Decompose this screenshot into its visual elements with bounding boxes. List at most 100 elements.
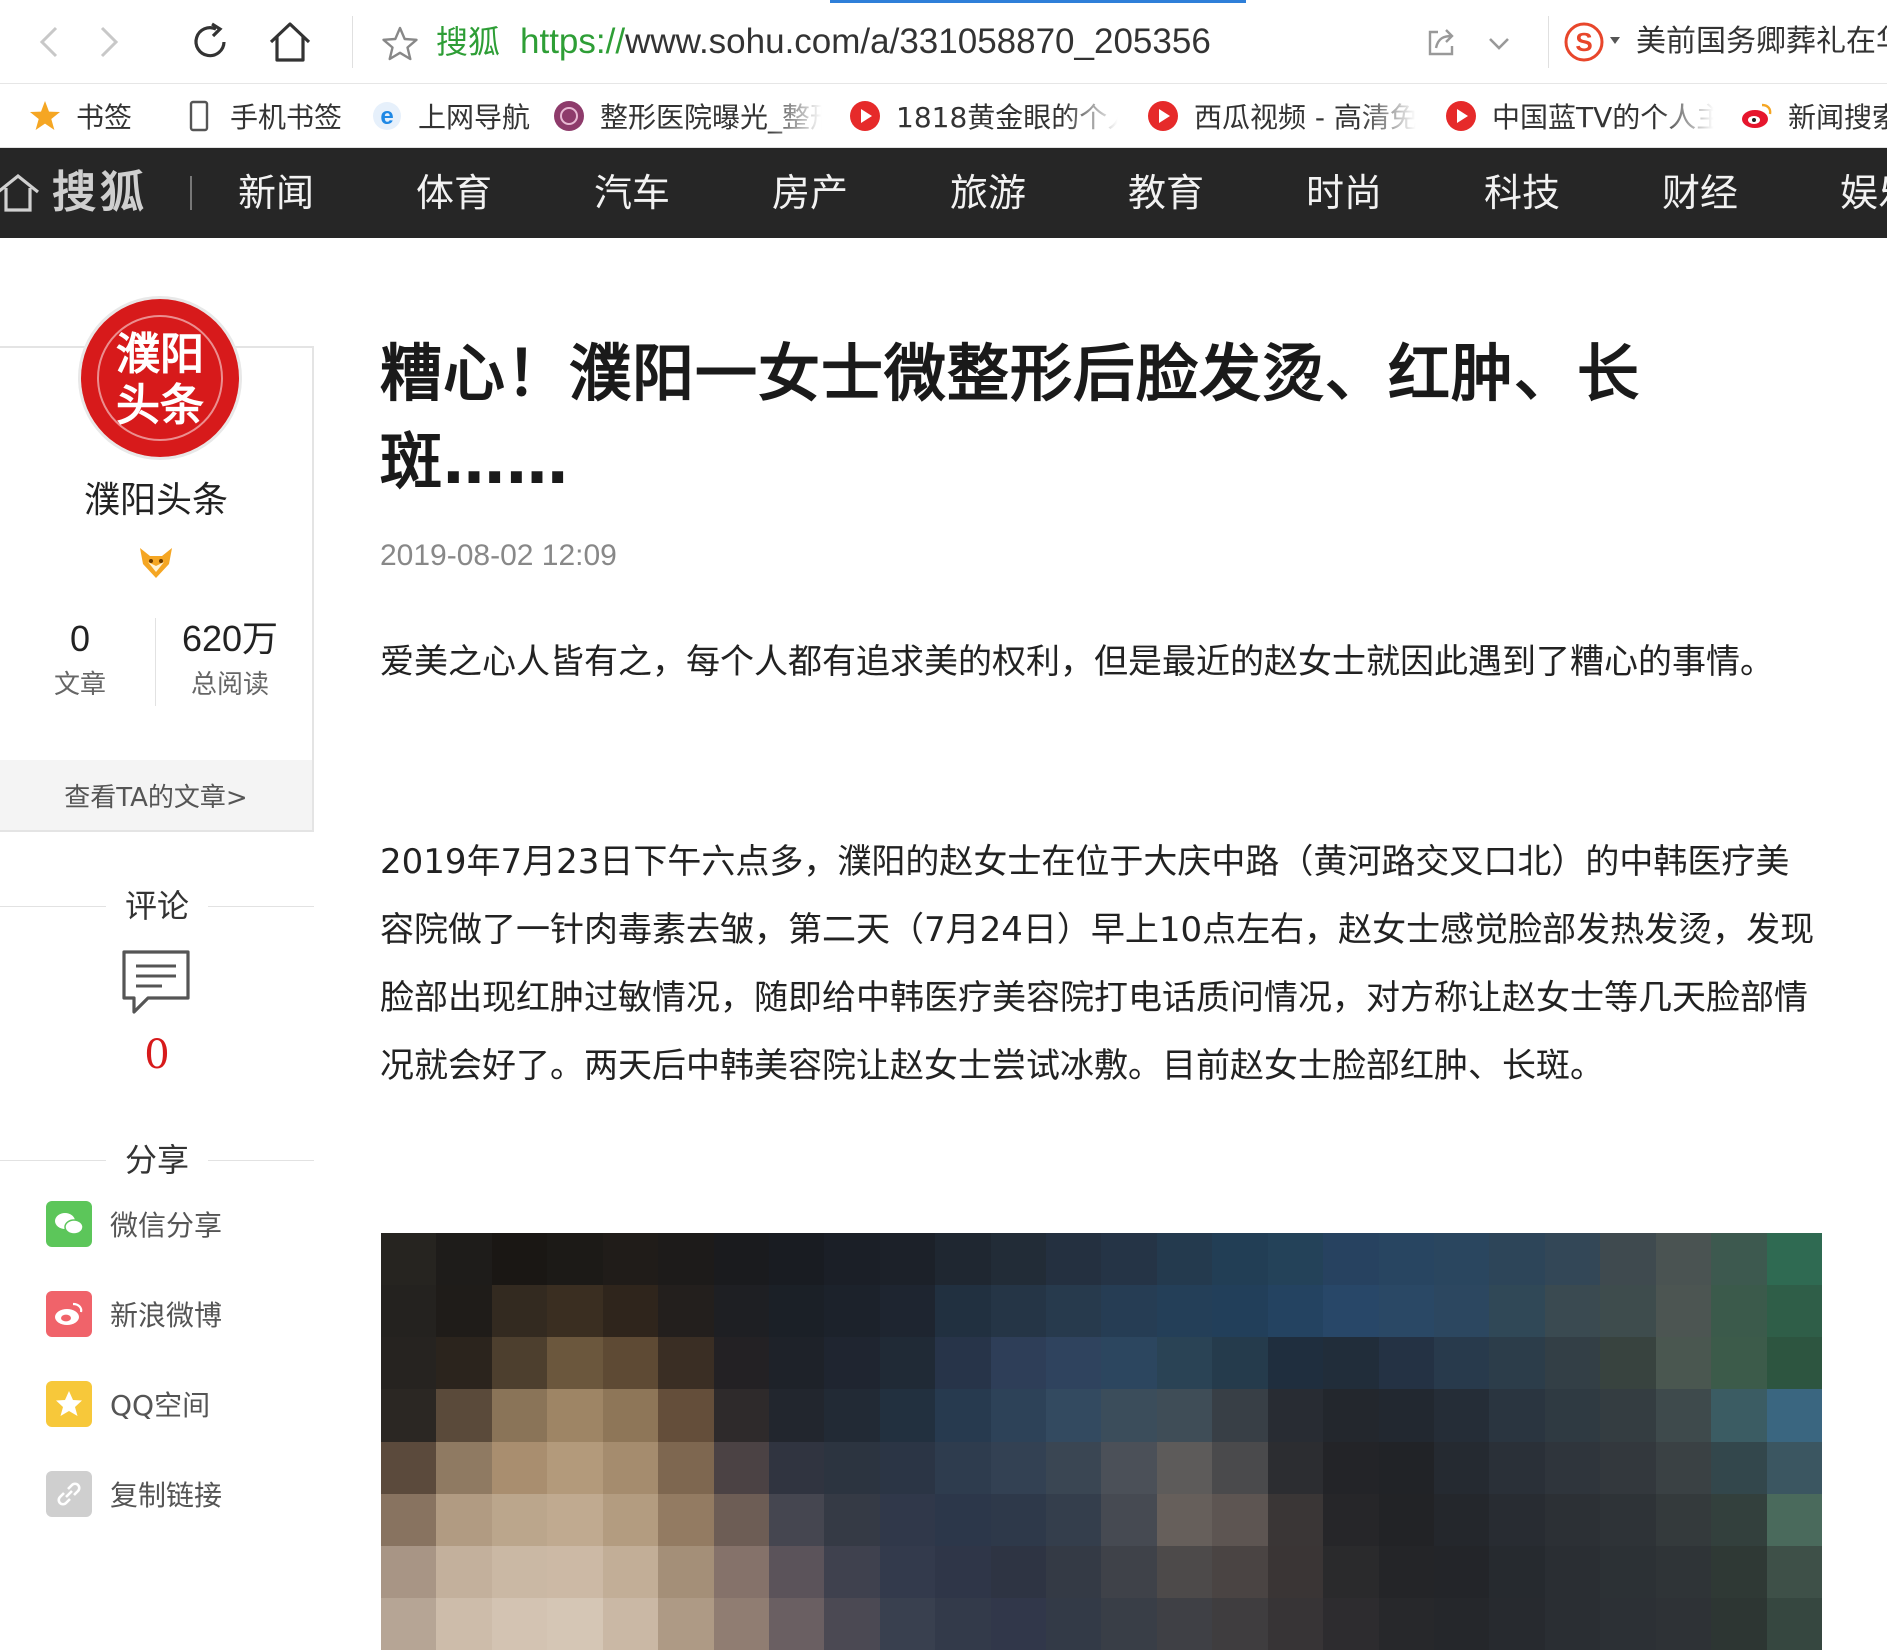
photo-mosaic-tile: [935, 1493, 991, 1546]
bookmark-item-clinic[interactable]: 整形医院曝光_整形: [552, 84, 822, 147]
photo-mosaic-tile: [602, 1493, 659, 1546]
nav-item-entertainment[interactable]: 娱乐: [1840, 164, 1887, 222]
nav-item-finance[interactable]: 财经: [1662, 164, 1738, 222]
video-play-icon: [848, 99, 882, 133]
home-icon[interactable]: [0, 172, 40, 214]
photo-mosaic-tile: [381, 1233, 437, 1286]
address-bar[interactable]: https://www.sohu.com/a/331058870_205356: [520, 20, 1211, 64]
photo-mosaic-tile: [1046, 1493, 1102, 1546]
photo-mosaic-tile: [824, 1597, 880, 1650]
nav-item-sports[interactable]: 体育: [416, 164, 492, 222]
bookmarks-bar: 书签 手机书签 e 上网导航 整形医院曝光_整形 1818黄金眼的个人 西瓜视频…: [0, 84, 1887, 148]
photo-mosaic-tile: [1323, 1493, 1379, 1546]
photo-mosaic-tile: [1489, 1493, 1545, 1546]
caret-down-icon[interactable]: [1608, 34, 1622, 46]
svg-text:S: S: [1575, 27, 1592, 57]
photo-mosaic-tile: [1046, 1389, 1102, 1442]
share-wechat-button[interactable]: 微信分享: [46, 1200, 222, 1248]
site-security-tag[interactable]: 搜狐: [436, 20, 500, 64]
photo-mosaic-tile: [1600, 1441, 1656, 1494]
nav-item-auto[interactable]: 汽车: [594, 164, 670, 222]
photo-mosaic-tile: [1544, 1545, 1601, 1598]
bookmark-item-news-search[interactable]: 新闻搜索: [1740, 84, 1887, 147]
photo-mosaic-tile: [879, 1389, 936, 1442]
photo-mosaic-tile: [602, 1233, 659, 1286]
photo-mosaic-tile: [1156, 1545, 1213, 1598]
forward-button[interactable]: [80, 14, 136, 70]
bookmark-item-navigation[interactable]: e 上网导航: [370, 84, 530, 147]
photo-mosaic-tile: [381, 1389, 437, 1442]
photo-mosaic-tile: [713, 1285, 769, 1338]
bookmark-item-1818[interactable]: 1818黄金眼的个人: [848, 84, 1118, 147]
bookmark-item-mobile[interactable]: 手机书签: [182, 84, 343, 147]
share-weibo-button[interactable]: 新浪微博: [46, 1290, 222, 1338]
photo-mosaic-tile: [1434, 1597, 1490, 1650]
photo-mosaic-tile: [1544, 1493, 1601, 1546]
photo-mosaic-tile: [768, 1545, 825, 1598]
photo-mosaic-tile: [1600, 1545, 1656, 1598]
photo-mosaic-tile: [824, 1285, 880, 1338]
nav-item-education[interactable]: 教育: [1128, 164, 1204, 222]
share-qzone-button[interactable]: QQ空间: [46, 1380, 210, 1428]
photo-mosaic-tile: [768, 1493, 825, 1546]
comment-icon[interactable]: [120, 948, 192, 1018]
comments-section-header: 评论: [0, 886, 314, 926]
back-button[interactable]: [22, 14, 78, 70]
photo-mosaic-tile: [713, 1233, 769, 1286]
photo-mosaic-tile: [381, 1441, 437, 1494]
photo-mosaic-tile: [1766, 1545, 1822, 1598]
photo-mosaic-tile: [602, 1597, 659, 1650]
photo-mosaic-tile: [768, 1597, 825, 1650]
forward-arrow-icon: [100, 26, 119, 58]
bookmark-label: 手机书签: [230, 101, 343, 134]
photo-mosaic-tile: [1489, 1597, 1545, 1650]
photo-mosaic-tile: [824, 1233, 880, 1286]
view-author-articles-link[interactable]: 查看TA的文章>: [0, 760, 312, 830]
nav-item-tech[interactable]: 科技: [1484, 164, 1560, 222]
star-icon: [28, 99, 62, 133]
bookmark-label: 西瓜视频 - 高清免: [1194, 101, 1416, 134]
chevron-down-icon[interactable]: [1484, 30, 1514, 58]
photo-mosaic-tile: [1101, 1337, 1157, 1390]
photo-mosaic-tile: [1544, 1285, 1601, 1338]
bookmark-star-icon[interactable]: [380, 24, 420, 64]
sohu-logo[interactable]: 搜狐: [52, 164, 148, 222]
share-page-icon[interactable]: [1424, 26, 1458, 60]
nav-item-house[interactable]: 房产: [772, 164, 848, 222]
photo-mosaic-tile: [1766, 1597, 1822, 1650]
photo-mosaic-tile: [658, 1233, 714, 1286]
comment-count[interactable]: 0: [0, 1030, 314, 1080]
avatar[interactable]: 濮阳 头条: [78, 296, 242, 460]
stat-number: 620万: [181, 618, 279, 659]
author-name[interactable]: 濮阳头条: [0, 476, 312, 526]
nav-item-news[interactable]: 新闻: [238, 164, 314, 222]
photo-mosaic-tile: [491, 1233, 548, 1286]
photo-mosaic-tile: [436, 1545, 492, 1598]
nav-item-travel[interactable]: 旅游: [950, 164, 1026, 222]
bookmark-item-bookmarks[interactable]: 书签: [28, 84, 132, 147]
reload-button[interactable]: [182, 14, 238, 70]
search-news-ticker[interactable]: 美前国务卿葬礼在华: [1636, 20, 1887, 64]
home-button[interactable]: [262, 14, 318, 70]
photo-mosaic-tile: [990, 1337, 1047, 1390]
copy-link-button[interactable]: 复制链接: [46, 1470, 222, 1518]
photo-mosaic-tile: [436, 1597, 492, 1650]
photo-mosaic-tile: [547, 1389, 603, 1442]
bookmark-item-zjstv[interactable]: 中国蓝TV的个人主: [1444, 84, 1714, 147]
photo-mosaic-tile: [1600, 1285, 1656, 1338]
photo-mosaic-tile: [1711, 1545, 1767, 1598]
photo-mosaic-tile: [1711, 1597, 1767, 1650]
article-photo-pixelated[interactable]: [381, 1233, 1822, 1650]
photo-mosaic-tile: [935, 1597, 991, 1650]
toolbar-divider: [1548, 16, 1549, 68]
nav-item-fashion[interactable]: 时尚: [1306, 164, 1382, 222]
nav-divider: [190, 176, 192, 210]
sogou-search-icon[interactable]: S: [1564, 22, 1604, 62]
photo-mosaic-tile: [381, 1597, 437, 1650]
photo-mosaic-tile: [824, 1389, 880, 1442]
photo-mosaic-tile: [1378, 1233, 1435, 1286]
photo-mosaic-tile: [1212, 1441, 1268, 1494]
photo-mosaic-tile: [713, 1441, 769, 1494]
photo-mosaic-tile: [1323, 1233, 1379, 1286]
bookmark-item-xigua[interactable]: 西瓜视频 - 高清免: [1146, 84, 1416, 147]
